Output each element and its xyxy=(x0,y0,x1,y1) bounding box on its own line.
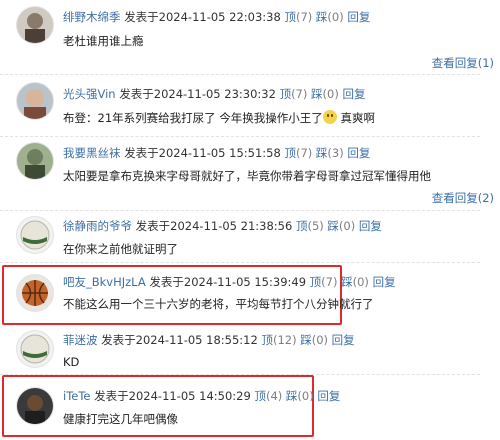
downvote-button[interactable]: 踩(3) xyxy=(316,146,344,160)
downvote-button[interactable]: 踩(0) xyxy=(286,389,314,403)
reply-button[interactable]: 回复 xyxy=(359,219,382,233)
downvote-button[interactable]: 踩(0) xyxy=(327,219,355,233)
post-datetime: 2024-11-05 15:51:58 xyxy=(158,146,281,160)
divider xyxy=(0,210,480,211)
comment-text: 太阳要是拿布克换来字母哥就好了，毕竟你带着字母哥拿过冠军懂得用他 xyxy=(63,169,431,183)
avatar[interactable] xyxy=(16,216,54,254)
username[interactable]: 绯野木绵季 xyxy=(63,10,121,24)
username[interactable]: 吧友_BkvHJzLA xyxy=(63,275,146,289)
reply-button[interactable]: 回复 xyxy=(347,10,370,24)
posted-label: 发表于 xyxy=(124,146,159,160)
upvote-button[interactable]: 顶(12) xyxy=(261,333,296,347)
upvote-button[interactable]: 顶(5) xyxy=(296,219,324,233)
reply-button[interactable]: 回复 xyxy=(373,275,396,289)
divider xyxy=(0,136,480,137)
divider xyxy=(0,374,480,375)
downvote-button[interactable]: 踩(0) xyxy=(316,10,344,24)
comment-text: 健康打完这几年吧偶像 xyxy=(63,412,178,426)
avatar[interactable] xyxy=(16,82,54,120)
posted-label: 发表于 xyxy=(101,333,136,347)
posted-label: 发表于 xyxy=(94,389,129,403)
reply-button[interactable]: 回复 xyxy=(342,87,365,101)
upvote-button[interactable]: 顶(7) xyxy=(284,10,312,24)
username[interactable]: iTeTe xyxy=(63,389,91,403)
view-replies-link[interactable]: 查看回复(1) xyxy=(432,55,494,71)
downvote-button[interactable]: 踩(0) xyxy=(311,87,339,101)
avatar[interactable] xyxy=(16,330,54,368)
view-replies-link[interactable]: 查看回复(2) xyxy=(432,190,494,206)
comment-text: 布登：21年系列赛给我打尿了 今年换我操作小王了 真爽啊 xyxy=(63,110,375,125)
posted-label: 发表于 xyxy=(124,10,159,24)
avatar[interactable] xyxy=(16,142,54,180)
avatar[interactable] xyxy=(16,387,54,425)
posted-label: 发表于 xyxy=(119,87,154,101)
post-datetime: 2024-11-05 22:03:38 xyxy=(158,10,281,24)
username[interactable]: 光头强Vin xyxy=(63,87,116,101)
reply-button[interactable]: 回复 xyxy=(347,146,370,160)
post-datetime: 2024-11-05 23:30:32 xyxy=(153,87,276,101)
reply-button[interactable]: 回复 xyxy=(317,389,340,403)
grinning-face-icon xyxy=(322,110,337,124)
upvote-button[interactable]: 顶(7) xyxy=(310,275,338,289)
posted-label: 发表于 xyxy=(135,219,171,233)
username[interactable]: 徐静雨的爷爷 xyxy=(63,219,132,233)
username[interactable]: 菲迷波 xyxy=(63,333,98,347)
comment-text: 在你来之前他就证明了 xyxy=(63,242,178,256)
divider xyxy=(0,262,480,263)
post-datetime: 2024-11-05 15:39:49 xyxy=(183,275,307,289)
avatar[interactable] xyxy=(16,274,54,312)
avatar[interactable] xyxy=(16,6,54,44)
downvote-button[interactable]: 踩(0) xyxy=(300,333,328,347)
post-datetime: 2024-11-05 21:38:56 xyxy=(170,219,293,233)
comment-text: KD xyxy=(63,355,80,369)
reply-button[interactable]: 回复 xyxy=(332,333,355,347)
upvote-button[interactable]: 顶(7) xyxy=(280,87,308,101)
upvote-button[interactable]: 顶(4) xyxy=(254,389,282,403)
post-datetime: 2024-11-05 18:55:12 xyxy=(135,333,258,347)
comment-text: 不能这么用一个三十六岁的老将，平均每节打个八分钟就行了 xyxy=(63,297,374,311)
username[interactable]: 我要黑丝袜 xyxy=(63,146,121,160)
post-datetime: 2024-11-05 14:50:29 xyxy=(128,389,251,403)
posted-label: 发表于 xyxy=(149,275,184,289)
comment-text: 老杜谁用谁上瘾 xyxy=(63,34,144,48)
downvote-button[interactable]: 踩(0) xyxy=(341,275,369,289)
upvote-button[interactable]: 顶(7) xyxy=(284,146,312,160)
divider xyxy=(0,74,480,75)
